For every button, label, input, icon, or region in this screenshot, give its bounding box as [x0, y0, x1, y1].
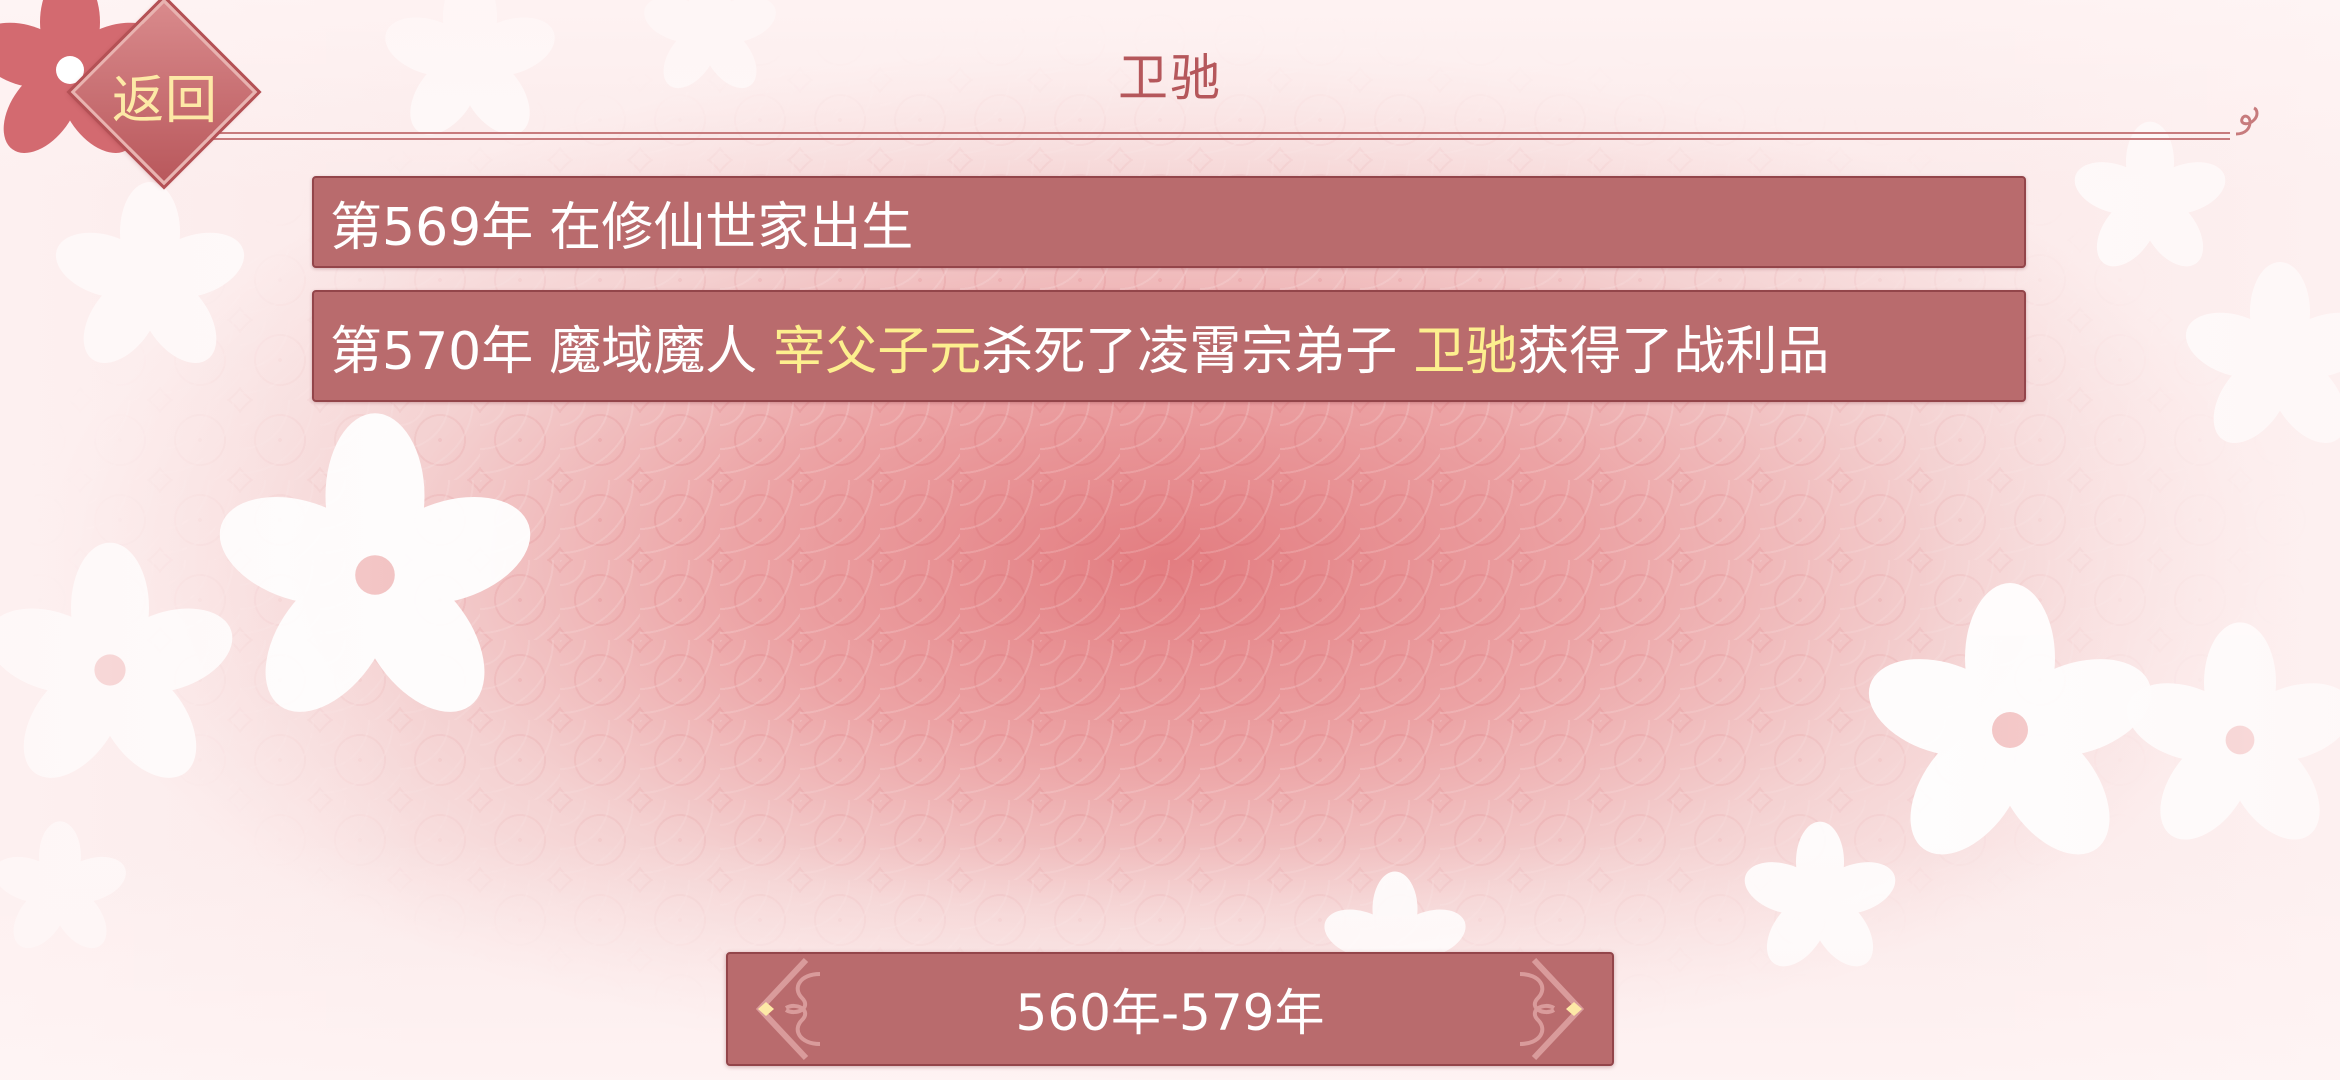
next-period-button[interactable]: [1504, 954, 1604, 1064]
event-year: 第570年: [330, 321, 534, 382]
period-label: 560年-579年: [1015, 984, 1325, 1042]
event-row: 第570年 魔域魔人 宰父子元 杀死了凌霄宗弟子 卫驰 获得了战利品: [312, 290, 2026, 402]
chevron-right-icon: [1519, 957, 1585, 1061]
vignette-overlay: [0, 0, 2340, 1080]
page-title: 卫驰: [1118, 49, 1222, 107]
event-text: 魔域魔人: [549, 321, 758, 382]
character-name-link[interactable]: 卫驰: [1413, 309, 1517, 384]
swirl-ornament-icon: [2232, 106, 2272, 146]
back-button-label: 返回: [111, 71, 218, 131]
back-button[interactable]: 返回: [70, 0, 260, 186]
event-row: 第569年 在修仙世家出生: [312, 176, 2026, 268]
event-text: 杀死了凌霄宗弟子: [981, 321, 1398, 382]
period-selector: 560年-579年: [726, 952, 1614, 1066]
header-divider: [180, 132, 2230, 140]
event-year: 第569年: [330, 197, 534, 258]
event-text: 在修仙世家出生: [549, 197, 914, 258]
event-text: 获得了战利品: [1517, 321, 1830, 382]
character-name-link[interactable]: 宰父子元: [773, 309, 981, 384]
